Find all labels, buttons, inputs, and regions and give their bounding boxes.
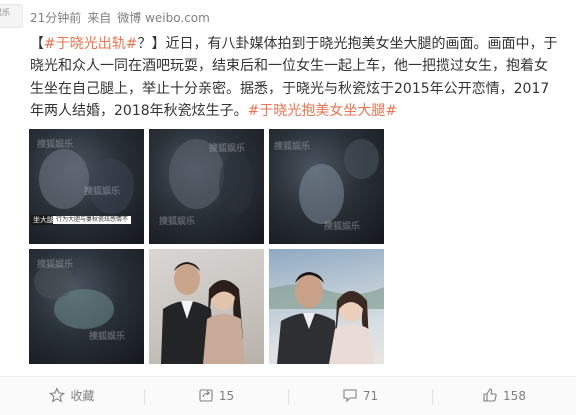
photo-watermark: 搜狐娱乐 [274, 142, 311, 152]
post-time[interactable]: 21分钟前 [30, 11, 81, 25]
post-meta: 21分钟前 来自 微博 weibo.com [30, 9, 216, 26]
weibo-post-card: 娱乐 21分钟前来自微博 weibo.com 【#于晓光出轨#？】近日，有八卦媒… [0, 0, 576, 415]
post-text: 【#于晓光出轨#？】近日，有八卦媒体拍到于晓光抱美女坐大腿的画面。画面中，于晓光… [30, 33, 558, 123]
photo-watermark: 搜狐娱乐 [89, 332, 126, 342]
photo-figure [299, 164, 344, 224]
share-button[interactable]: 15 [144, 377, 288, 415]
photo-thumbnail[interactable]: 搜狐娱乐 搜狐娱乐 [149, 129, 264, 244]
star-icon [49, 387, 66, 403]
share-count: 15 [218, 389, 235, 403]
photo-watermark: 搜狐娱乐 [324, 222, 361, 232]
photo-watermark: 搜狐娱乐 [37, 260, 74, 270]
photo-figure [39, 149, 89, 209]
photo-thumbnail[interactable]: 搜狐娱乐 搜狐娱乐 [29, 249, 144, 364]
photo-thumbnail[interactable]: 搜狐娱乐 搜狐娱乐 坐大腿 行为大胆与妻秋瓷炫感情不 [29, 129, 144, 244]
like-count: 158 [503, 389, 526, 403]
post-source[interactable]: 微博 weibo.com [117, 11, 210, 25]
share-icon [199, 389, 213, 402]
post-bracket-open: 【 [30, 36, 44, 52]
favorite-button[interactable]: 收藏 [0, 377, 144, 415]
hashtag-link[interactable]: #于晓光抱美女坐大腿# [248, 103, 397, 119]
source-prefix: 来自 [87, 11, 112, 25]
photo-caption: 行为大胆与妻秋瓷炫感情不 [53, 216, 132, 224]
like-button[interactable]: 158 [432, 377, 576, 415]
photo-watermark: 搜狐娱乐 [37, 140, 74, 150]
avatar-text: 娱乐 [0, 8, 10, 17]
avatar[interactable]: 娱乐 [0, 4, 23, 28]
favorite-label: 收藏 [70, 389, 95, 403]
photo-watermark: 搜狐娱乐 [84, 187, 121, 197]
photo-watermark: 搜狐娱乐 [159, 217, 196, 227]
couple-portrait [161, 262, 245, 364]
photo-watermark: 搜狐娱乐 [209, 144, 246, 154]
couple-portrait [269, 272, 384, 364]
comment-icon [343, 389, 357, 403]
photo-thumbnail[interactable] [269, 249, 384, 364]
photo-figure [219, 154, 254, 214]
photo-grid: 搜狐娱乐 搜狐娱乐 坐大腿 行为大胆与妻秋瓷炫感情不 搜狐娱乐 搜狐娱乐 搜狐娱… [29, 129, 385, 364]
comment-count: 71 [362, 389, 379, 403]
thumbs-up-icon [483, 388, 497, 402]
photo-figure [344, 139, 379, 179]
comment-button[interactable]: 71 [288, 377, 432, 415]
action-bar: 收藏 15 71 158 [0, 376, 576, 415]
photo-thumbnail[interactable] [149, 249, 264, 364]
hashtag-link[interactable]: #于晓光出轨# [44, 36, 137, 52]
photo-thumbnail[interactable]: 搜狐娱乐 搜狐娱乐 [269, 129, 384, 244]
